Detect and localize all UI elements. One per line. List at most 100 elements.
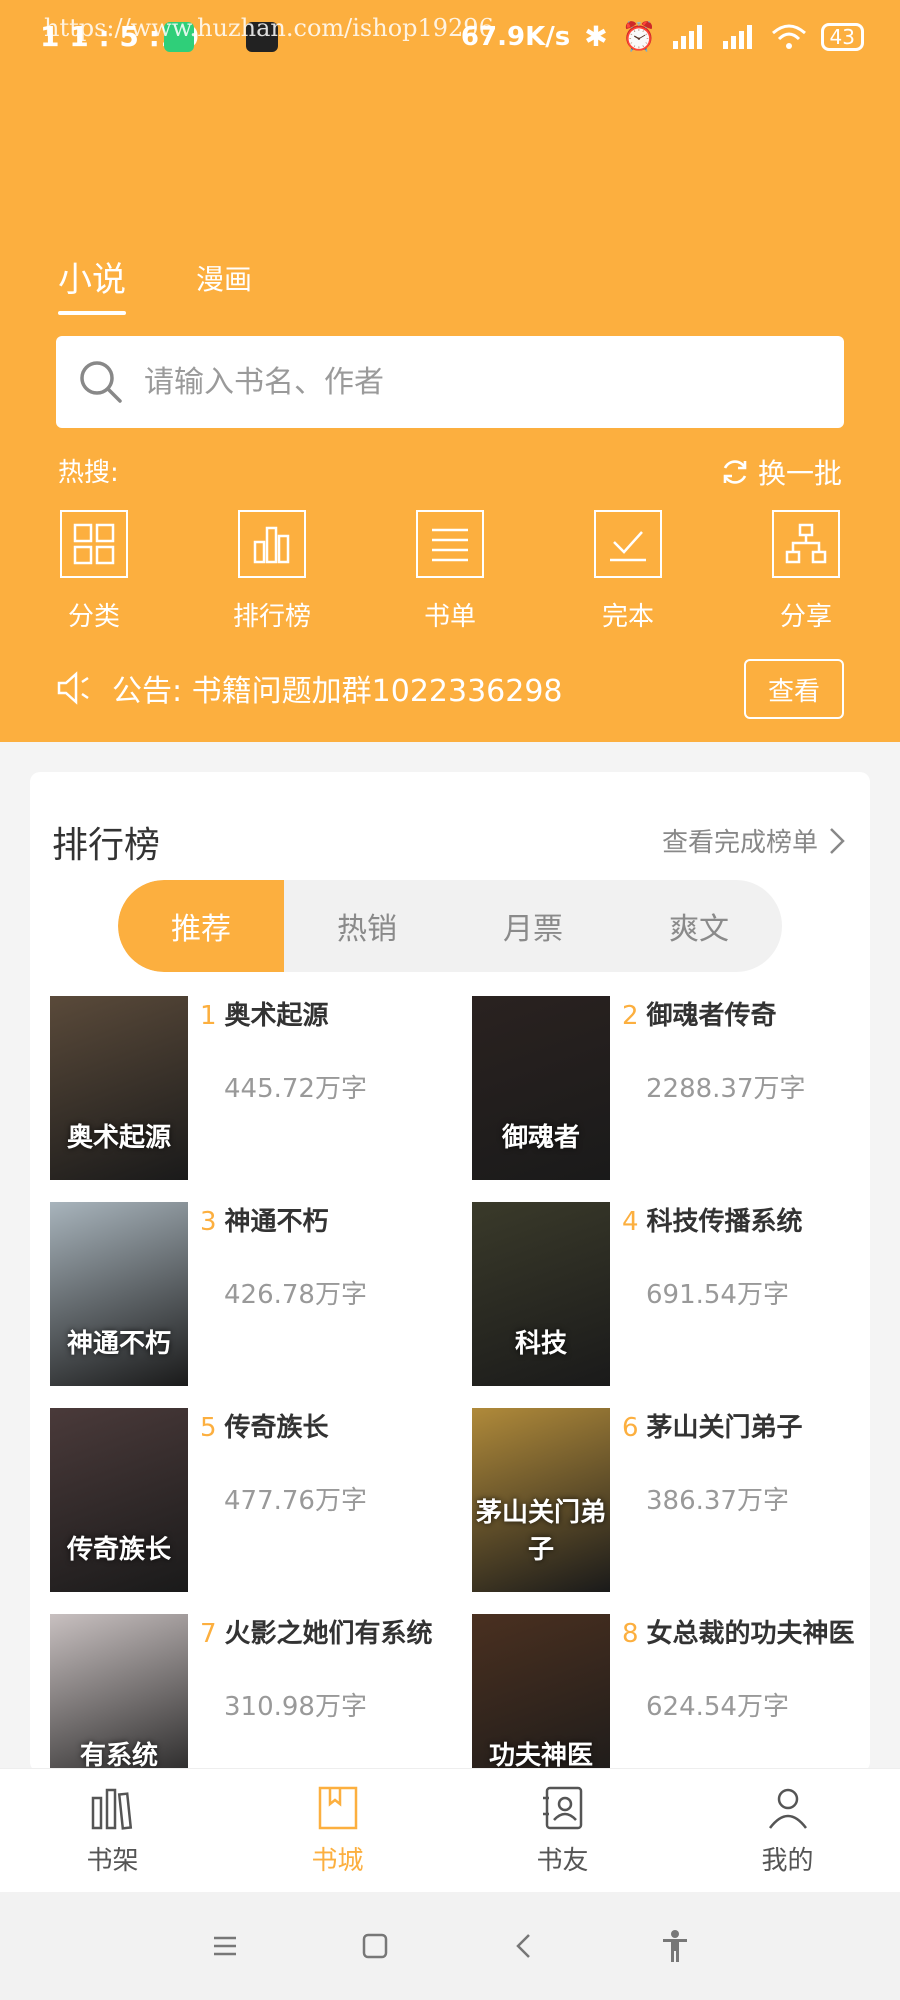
book-item[interactable]: 传奇族长 5 传奇族长 477.76万字 bbox=[50, 1408, 472, 1614]
book-item[interactable]: 科技 4 科技传播系统 691.54万字 bbox=[472, 1202, 860, 1408]
view-completed-ranking-link[interactable]: 查看完成榜单 bbox=[662, 822, 846, 859]
tab-label: 书架 bbox=[86, 1846, 139, 1876]
book-rank: 6 bbox=[622, 1413, 639, 1443]
tab-book-friends[interactable]: 书友 bbox=[450, 1769, 675, 1892]
ranking-title: 排行榜 bbox=[52, 825, 161, 866]
book-item[interactable]: 茅山关门弟子 6 茅山关门弟子 386.37万字 bbox=[472, 1408, 860, 1614]
segment-monthly-ticket[interactable]: 月票 bbox=[450, 880, 616, 972]
signal-icon bbox=[672, 24, 702, 49]
search-bar[interactable] bbox=[56, 336, 844, 428]
category-label: 书单 bbox=[423, 602, 476, 632]
book-title[interactable]: 传奇族长 bbox=[225, 1413, 329, 1443]
book-title[interactable]: 科技传播系统 bbox=[647, 1207, 803, 1237]
book-word-count: 624.54万字 bbox=[646, 1692, 789, 1722]
tab-label: 书友 bbox=[536, 1846, 589, 1876]
cover-title: 有系统 bbox=[79, 1741, 158, 1771]
ranking-card: 排行榜 查看完成榜单 推荐 热销 月票 爽文 奥术起源 1 奥术起源 445.72… bbox=[30, 772, 870, 1772]
cover-title: 神通不朽 bbox=[66, 1329, 171, 1359]
bookshelf-icon bbox=[91, 1788, 132, 1830]
book-word-count: 310.98万字 bbox=[224, 1692, 367, 1722]
book-title[interactable]: 御魂者传奇 bbox=[647, 1001, 777, 1031]
book-title[interactable]: 神通不朽 bbox=[225, 1207, 329, 1237]
tab-mine[interactable]: 我的 bbox=[675, 1769, 900, 1892]
book-rank: 1 bbox=[200, 1001, 217, 1031]
content-type-tabs: 小说 漫画 bbox=[58, 252, 252, 315]
menu-icon[interactable] bbox=[210, 1931, 240, 1961]
segment-cool-novels[interactable]: 爽文 bbox=[616, 880, 782, 972]
tab-label: 书城 bbox=[311, 1846, 364, 1876]
book-cover[interactable]: 奥术起源 bbox=[50, 996, 188, 1180]
tab-label: 我的 bbox=[761, 1846, 814, 1876]
checkbox-icon bbox=[594, 510, 662, 578]
category-share[interactable]: 分享 bbox=[742, 510, 870, 633]
refresh-button[interactable]: 换一批 bbox=[720, 452, 842, 492]
home-icon[interactable] bbox=[360, 1931, 390, 1961]
book-rank: 7 bbox=[200, 1619, 217, 1649]
book-item[interactable]: 有系统 7 火影之她们有系统 310.98万字 bbox=[50, 1614, 472, 1772]
cover-title: 茅山关门弟子 bbox=[475, 1498, 606, 1565]
book-cover[interactable]: 传奇族长 bbox=[50, 1408, 188, 1592]
header-banner: 1 1 : 5 :10 https://www.huzhan.com/ishop… bbox=[0, 0, 900, 742]
back-icon[interactable] bbox=[510, 1931, 540, 1961]
book-rank: 4 bbox=[622, 1207, 639, 1237]
ranking-segment-control: 推荐 热销 月票 爽文 bbox=[118, 880, 782, 972]
bottom-tab-bar: 书架 书城 书友 我的 bbox=[0, 1768, 900, 1892]
tab-novel[interactable]: 小说 bbox=[58, 252, 126, 315]
system-navigation-bar bbox=[0, 1892, 900, 2000]
book-item[interactable]: 御魂者 2 御魂者传奇 2288.37万字 bbox=[472, 996, 860, 1202]
book-title[interactable]: 女总裁的功夫神医 bbox=[647, 1619, 855, 1649]
bookstore-icon bbox=[318, 1786, 357, 1830]
book-title[interactable]: 奥术起源 bbox=[225, 1001, 329, 1031]
view-completed-label: 查看完成榜单 bbox=[661, 828, 818, 858]
cover-title: 传奇族长 bbox=[66, 1535, 171, 1565]
refresh-label: 换一批 bbox=[757, 457, 842, 490]
book-item[interactable]: 功夫神医 8 女总裁的功夫神医 624.54万字 bbox=[472, 1614, 860, 1772]
book-cover[interactable]: 有系统 bbox=[50, 1614, 188, 1772]
tab-bookshelf[interactable]: 书架 bbox=[0, 1769, 225, 1892]
ranking-book-list: 奥术起源 1 奥术起源 445.72万字 御魂者 2 御魂者传奇 2288.37万字… bbox=[50, 996, 860, 1772]
cover-title: 奥术起源 bbox=[66, 1123, 171, 1153]
segment-recommended[interactable]: 推荐 bbox=[118, 880, 284, 972]
announcement: 公告: 书籍问题加群1022336298 bbox=[56, 666, 563, 710]
segment-hot-selling[interactable]: 热销 bbox=[284, 880, 450, 972]
book-item[interactable]: 奥术起源 1 奥术起源 445.72万字 bbox=[50, 996, 472, 1202]
search-icon bbox=[80, 361, 122, 403]
profile-icon bbox=[768, 1788, 807, 1829]
category-booklist[interactable]: 书单 bbox=[386, 510, 514, 633]
category-shortcuts: 分类 排行榜 书单 完本 分享 bbox=[30, 510, 870, 633]
book-title[interactable]: 茅山关门弟子 bbox=[647, 1413, 803, 1443]
book-cover[interactable]: 御魂者 bbox=[472, 996, 610, 1180]
accessibility-icon[interactable] bbox=[660, 1929, 690, 1963]
book-rank: 2 bbox=[622, 1001, 639, 1031]
tab-bookstore[interactable]: 书城 bbox=[225, 1769, 450, 1892]
book-word-count: 2288.37万字 bbox=[646, 1074, 806, 1104]
category-label: 分类 bbox=[67, 602, 120, 632]
battery-indicator: 43 bbox=[820, 22, 864, 51]
book-word-count: 426.78万字 bbox=[224, 1280, 367, 1310]
tab-comic[interactable]: 漫画 bbox=[196, 258, 252, 315]
chevron-right-icon bbox=[830, 827, 845, 854]
category-label: 完本 bbox=[601, 602, 654, 632]
cover-title: 功夫神医 bbox=[488, 1741, 593, 1771]
book-rank: 3 bbox=[200, 1207, 217, 1237]
book-cover[interactable]: 科技 bbox=[472, 1202, 610, 1386]
view-announcement-button[interactable]: 查看 bbox=[744, 659, 844, 719]
book-item[interactable]: 神通不朽 3 神通不朽 426.78万字 bbox=[50, 1202, 472, 1408]
contacts-icon bbox=[542, 1786, 582, 1830]
category-finished[interactable]: 完本 bbox=[564, 510, 692, 633]
bar-chart-icon bbox=[238, 510, 306, 578]
hot-search-label: 热搜: bbox=[58, 458, 119, 488]
status-bar: 1 1 : 5 :10 https://www.huzhan.com/ishop… bbox=[0, 0, 900, 76]
book-rank: 5 bbox=[200, 1413, 217, 1443]
book-title[interactable]: 火影之她们有系统 bbox=[225, 1619, 433, 1649]
book-word-count: 386.37万字 bbox=[646, 1486, 789, 1516]
book-cover[interactable]: 茅山关门弟子 bbox=[472, 1408, 610, 1592]
category-classify[interactable]: 分类 bbox=[30, 510, 158, 633]
grid-icon bbox=[60, 510, 128, 578]
category-label: 分享 bbox=[779, 602, 832, 632]
book-cover[interactable]: 神通不朽 bbox=[50, 1202, 188, 1386]
book-cover[interactable]: 功夫神医 bbox=[472, 1614, 610, 1772]
category-ranking[interactable]: 排行榜 bbox=[208, 510, 336, 633]
search-input[interactable] bbox=[144, 364, 824, 400]
category-label: 排行榜 bbox=[232, 602, 311, 632]
